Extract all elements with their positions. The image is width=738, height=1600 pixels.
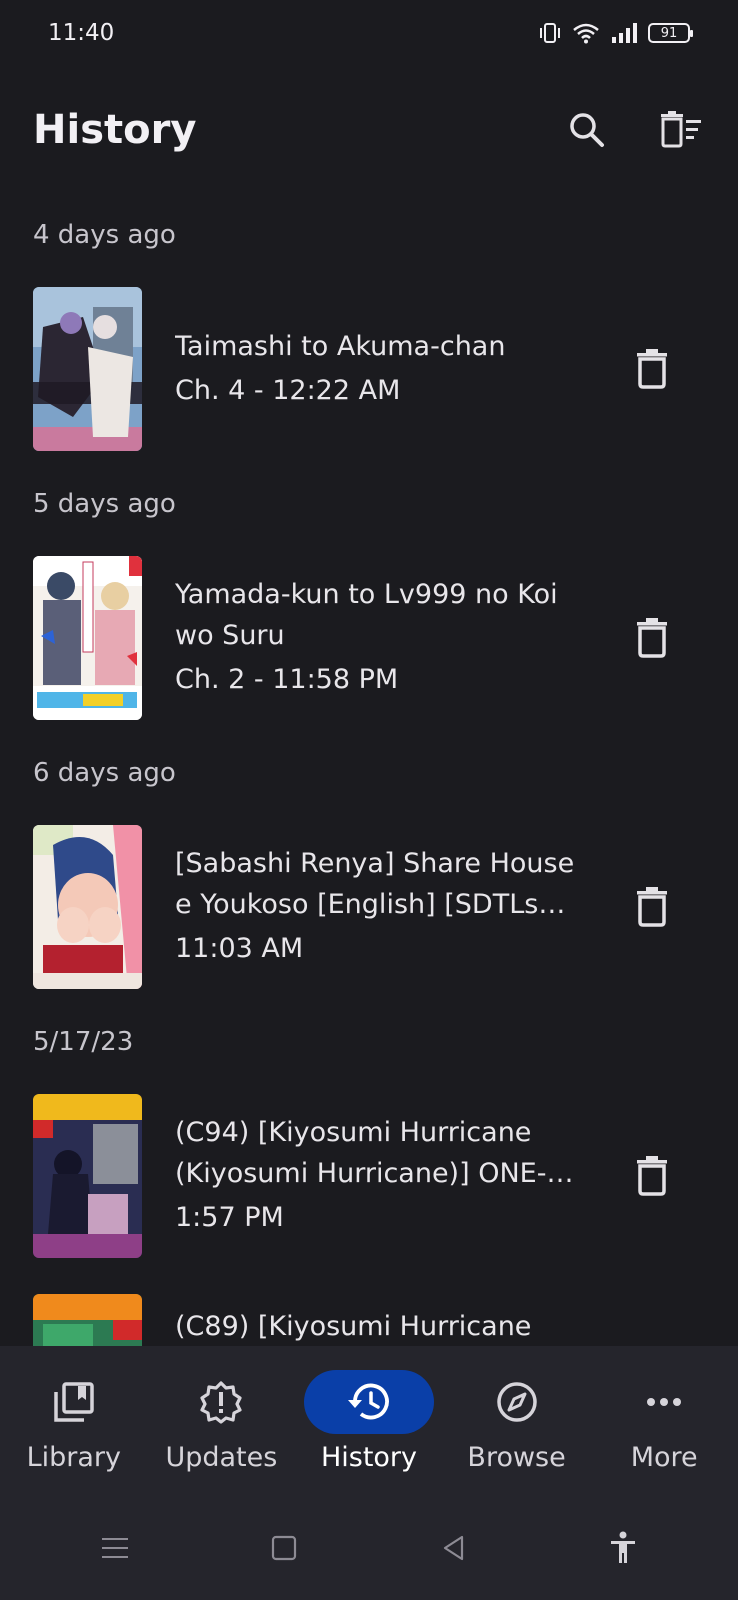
manga-title: [Sabashi Renya] Share House e Youkoso [E… [175,848,575,920]
top-actions [563,106,705,154]
nav-history-indicator [303,1370,434,1434]
battery-level: 91 [660,25,678,41]
recents-button[interactable] [85,1518,145,1578]
history-list: 4 days ago Taimashi to Akuma-chan Ch. 4 … [0,200,738,1346]
signal-icon [612,23,637,43]
date-header: 6 days ago [33,757,176,788]
manga-cover[interactable] [33,1094,142,1258]
history-item[interactable]: Taimashi to Akuma-chan Ch. 4 - 12:22 AM [0,269,738,469]
nav-more-label: More [630,1442,698,1473]
trash-icon [637,349,667,389]
manga-cover[interactable] [33,556,142,720]
page-title: History [33,107,197,153]
manga-title: Yamada-kun to Lv999 no Koi wo Suru [175,579,558,651]
library-icon [54,1382,94,1422]
updates-icon [200,1381,242,1424]
item-text: (C89) [Kiyosumi Hurricane [175,1306,575,1346]
nav-browse-label: Browse [467,1442,566,1473]
delete-entry-button[interactable] [628,345,676,393]
home-button[interactable] [254,1518,314,1578]
vibrate-icon [540,23,560,43]
nav-history-label: History [320,1442,418,1473]
delete-entry-button[interactable] [628,1152,676,1200]
manga-cover[interactable] [33,287,142,451]
accessibility-button[interactable] [593,1518,653,1578]
status-icons: 91 [538,22,693,44]
nav-library-indicator [9,1370,139,1434]
date-header: 4 days ago [33,219,176,250]
accessibility-icon [611,1531,636,1563]
delete-entry-button[interactable] [628,614,676,662]
status-time: 11:40 [48,20,115,46]
nav-more[interactable]: More [590,1370,738,1473]
item-text: Taimashi to Akuma-chan Ch. 4 - 12:22 AM [175,326,575,413]
compass-icon [496,1382,537,1422]
back-triangle-icon [443,1535,463,1561]
date-header: 5/17/23 [33,1026,134,1057]
chapter-time: 11:03 AM [175,933,304,964]
cover-art-3 [33,825,142,989]
cover-art-4 [33,1094,142,1258]
system-navigation-bar [0,1496,738,1600]
trash-icon [637,887,667,927]
nav-library[interactable]: Library [0,1370,148,1473]
history-item[interactable]: [Sabashi Renya] Share House e Youkoso [E… [0,807,738,1007]
item-text: [Sabashi Renya] Share House e Youkoso [E… [175,843,575,971]
chapter-time: 1:57 PM [175,1202,284,1233]
cover-art-5 [33,1294,142,1346]
manga-title: (C94) [Kiyosumi Hurricane (Kiyosumi Hurr… [175,1117,547,1189]
back-button[interactable] [424,1518,484,1578]
trash-icon [637,618,667,658]
manga-cover[interactable] [33,825,142,989]
item-text: Yamada-kun to Lv999 no Koi wo Suru Ch. 2… [175,574,575,702]
battery-icon: 91 [648,23,693,43]
history-item[interactable]: (C94) [Kiyosumi Hurricane (Kiyosumi Hurr… [0,1076,738,1276]
manga-title: Taimashi to Akuma-chan [175,330,506,362]
top-app-bar: History [0,90,738,170]
history-item[interactable]: Yamada-kun to Lv999 no Koi wo Suru Ch. 2… [0,538,738,738]
search-icon [570,113,604,147]
nav-library-label: Library [26,1442,121,1473]
date-header: 5 days ago [33,488,176,519]
nav-more-indicator [599,1370,729,1434]
cover-art-1 [33,287,142,451]
history-item[interactable]: (C89) [Kiyosumi Hurricane [0,1276,738,1346]
nav-browse-indicator [452,1370,582,1434]
nav-browse[interactable]: Browse [443,1370,591,1473]
trash-icon [637,1156,667,1196]
manga-cover[interactable] [33,1294,142,1346]
manga-title: (C89) [Kiyosumi Hurricane [175,1311,532,1342]
item-text: (C94) [Kiyosumi Hurricane (Kiyosumi Hurr… [175,1112,575,1240]
history-icon [347,1383,389,1420]
nav-updates-indicator [156,1370,286,1434]
delete-entry-button[interactable] [628,883,676,931]
delete-sweep-icon [661,111,701,148]
nav-updates-label: Updates [165,1442,278,1473]
cover-art-2 [33,556,142,720]
square-icon [272,1535,297,1561]
wifi-icon [573,23,599,44]
more-icon [647,1398,682,1406]
menu-lines-icon [101,1538,128,1558]
bottom-navigation: Library Updates History Browse More [0,1346,738,1496]
chapter-time: Ch. 2 - 11:58 PM [175,664,399,695]
clear-history-button[interactable] [657,106,705,154]
status-bar: 11:40 91 [0,0,738,66]
nav-history[interactable]: History [295,1370,443,1473]
chapter-time: Ch. 4 - 12:22 AM [175,374,401,406]
nav-updates[interactable]: Updates [148,1370,296,1473]
search-button[interactable] [563,106,611,154]
